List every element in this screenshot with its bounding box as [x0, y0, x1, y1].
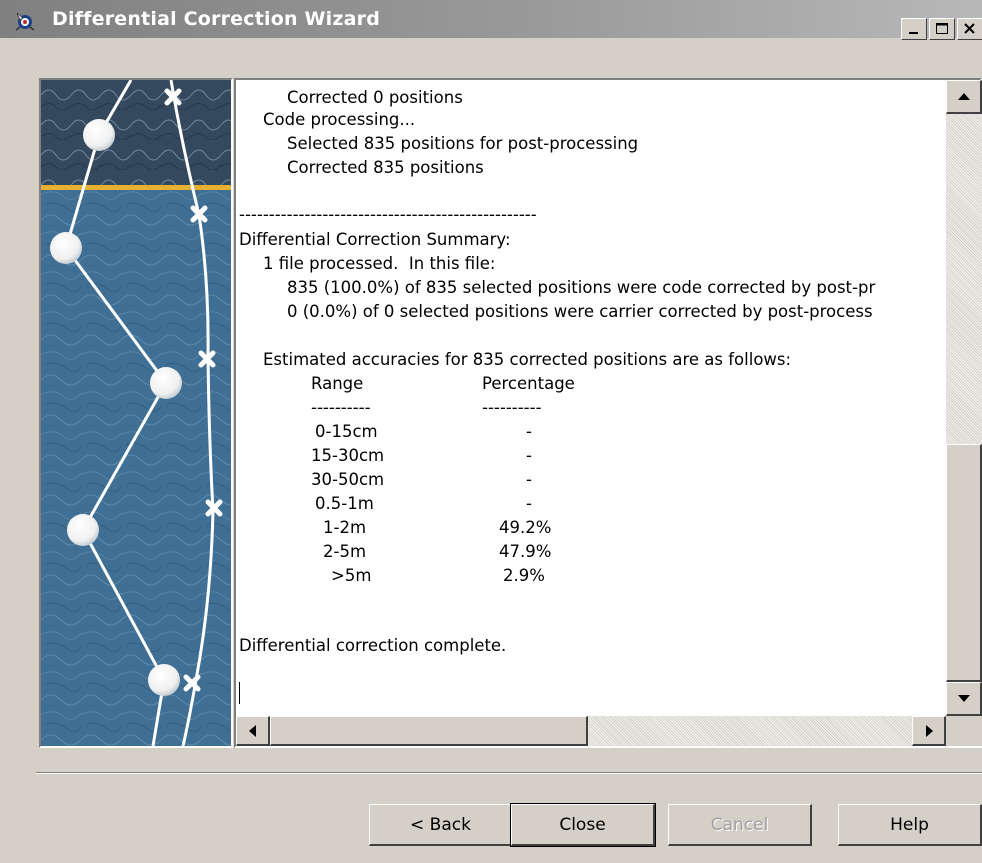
horizontal-scroll-thumb[interactable] [270, 716, 588, 746]
wizard-banner-image [39, 78, 233, 748]
close-icon [964, 23, 975, 34]
arrow-left-icon [249, 725, 256, 737]
help-button[interactable]: Help [838, 804, 982, 846]
accuracy-header-percentage: Percentage [482, 374, 575, 393]
log-line: 1 file processed. In this file: [263, 254, 496, 273]
accuracy-divider: ---------- [311, 398, 371, 417]
accuracy-range: 2-5m [323, 542, 367, 561]
log-output-frame: Corrected 0 positions Code processing...… [234, 78, 982, 748]
accuracy-percentage: - [526, 494, 532, 513]
log-line-complete: Differential correction complete. [239, 636, 507, 655]
scrollbar-corner [946, 716, 982, 746]
accuracy-divider: ---------- [482, 398, 542, 417]
arrow-down-icon [958, 695, 970, 702]
log-divider: ----------------------------------------… [239, 205, 537, 224]
arrow-right-icon [926, 725, 933, 737]
accuracy-range: 0-15cm [315, 422, 378, 441]
log-line: Corrected 0 positions [287, 88, 463, 107]
log-line: 0 (0.0%) of 0 selected positions were ca… [287, 302, 873, 321]
accuracy-range: 30-50cm [311, 470, 385, 489]
minimize-button[interactable] [901, 18, 927, 40]
accuracy-percentage: 49.2% [499, 518, 552, 537]
arrow-up-icon [958, 93, 970, 100]
close-window-button[interactable] [957, 18, 982, 40]
accuracy-range: 0.5-1m [315, 494, 374, 513]
log-line: Selected 835 positions for post-processi… [287, 134, 639, 153]
log-output-textarea[interactable]: Corrected 0 positions Code processing...… [236, 80, 944, 716]
scroll-left-button[interactable] [236, 716, 270, 746]
wizard-satellite-icon [14, 9, 36, 31]
scroll-right-button[interactable] [912, 716, 946, 746]
log-line: Differential Correction Summary: [239, 230, 511, 249]
vertical-scrollbar[interactable] [946, 80, 982, 716]
scroll-up-button[interactable] [946, 80, 982, 114]
horizontal-scrollbar[interactable] [236, 716, 946, 746]
log-line: Code processing... [263, 110, 416, 129]
window-title: Differential Correction Wizard [52, 8, 381, 30]
text-caret [239, 682, 240, 704]
back-button[interactable]: < Back [369, 804, 513, 846]
log-line: Estimated accuracies for 835 corrected p… [263, 350, 792, 369]
wizard-window: Differential Correction Wizard Corrected… [0, 0, 982, 863]
accuracy-range: 15-30cm [311, 446, 385, 465]
minimize-icon [909, 32, 918, 34]
footer-separator [36, 772, 982, 774]
accuracy-range: 1-2m [323, 518, 367, 537]
accuracy-percentage: - [526, 446, 532, 465]
accuracy-percentage: - [526, 470, 532, 489]
maximize-icon [936, 23, 948, 34]
accuracy-percentage: 2.9% [503, 566, 545, 585]
maximize-button[interactable] [929, 18, 955, 40]
scroll-down-button[interactable] [946, 682, 982, 716]
accuracy-percentage: 47.9% [499, 542, 552, 561]
accuracy-percentage: - [526, 422, 532, 441]
title-bar[interactable]: Differential Correction Wizard [0, 0, 982, 40]
log-line: Corrected 835 positions [287, 158, 484, 177]
accuracy-header-range: Range [311, 374, 364, 393]
accuracy-range: >5m [331, 566, 372, 585]
vertical-scroll-thumb[interactable] [946, 444, 982, 682]
close-button[interactable]: Close [510, 803, 656, 847]
cancel-button[interactable]: Cancel [668, 804, 812, 846]
log-line: 835 (100.0%) of 835 selected positions w… [287, 278, 876, 297]
